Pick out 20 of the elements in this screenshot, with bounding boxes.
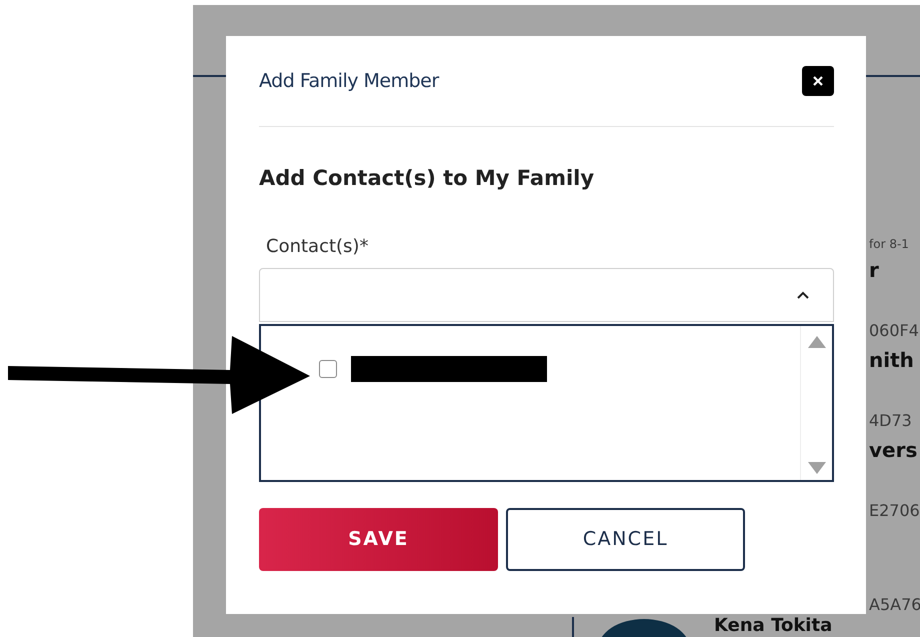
close-button[interactable] <box>802 66 834 96</box>
modal-title: Add Family Member <box>259 68 439 94</box>
contact-code: E2706 <box>869 501 920 520</box>
scroll-down-icon[interactable] <box>808 462 826 474</box>
save-button[interactable]: SAVE <box>259 508 498 570</box>
checkbox[interactable] <box>319 360 337 378</box>
contact-code: 4D73 <box>869 411 912 430</box>
note-text: for 8-1 <box>869 237 909 251</box>
contact-name: vers <box>869 438 918 462</box>
close-icon <box>813 76 823 86</box>
cancel-button[interactable]: CANCEL <box>506 508 745 570</box>
contacts-select[interactable] <box>259 268 834 322</box>
section-heading: Add Contact(s) to My Family <box>259 165 596 192</box>
contact-name: Kena Tokita <box>714 617 832 635</box>
chevron-up-icon <box>797 290 809 298</box>
field-label: Contact(s)* <box>266 234 370 258</box>
scroll-up-icon[interactable] <box>808 336 826 348</box>
contact-name: nith <box>869 348 914 372</box>
contact-code: 060F4 <box>869 321 919 340</box>
contact-name: r <box>869 258 879 282</box>
